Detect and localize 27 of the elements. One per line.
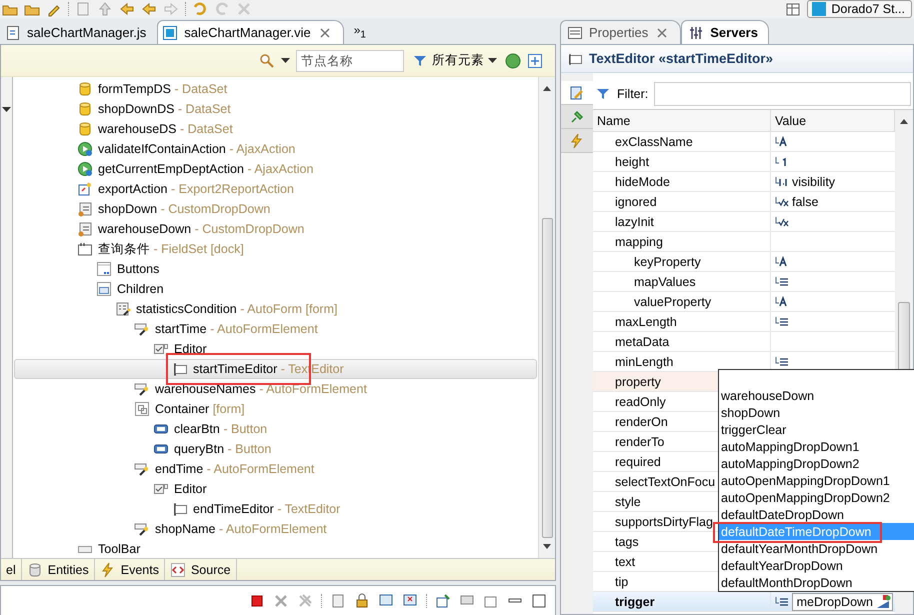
property-name: tip <box>615 574 628 588</box>
property-name: required <box>615 454 661 468</box>
property-name: trigger <box>615 594 655 608</box>
property-name: selectTextOnFocu <box>615 474 716 488</box>
property-name: readOnly <box>615 394 666 408</box>
property-name: keyProperty <box>634 254 701 268</box>
filter-label: Filter: <box>617 87 648 101</box>
property-name: exClassName <box>615 134 693 148</box>
property-value: visibility <box>792 174 836 188</box>
property-name: text <box>615 554 636 568</box>
property-name: maxLength <box>615 314 677 328</box>
property-name: ignored <box>615 194 657 208</box>
property-name: mapValues <box>634 274 696 288</box>
property-name: style <box>615 494 641 508</box>
property-name: renderOn <box>615 414 668 428</box>
property-name: lazyInit <box>615 214 654 228</box>
property-name: metaData <box>615 334 670 348</box>
property-name: mapping <box>615 234 663 248</box>
property-name: valueProperty <box>634 294 712 308</box>
property-name: height <box>615 154 650 168</box>
property-value: false <box>792 194 818 208</box>
property-name: tags <box>615 534 639 548</box>
property-name: renderTo <box>615 434 664 448</box>
property-name: property <box>615 374 661 388</box>
property-name: minLength <box>615 354 674 368</box>
property-name: hideMode <box>615 174 670 188</box>
property-name: supportsDirtyFlag <box>615 514 713 528</box>
